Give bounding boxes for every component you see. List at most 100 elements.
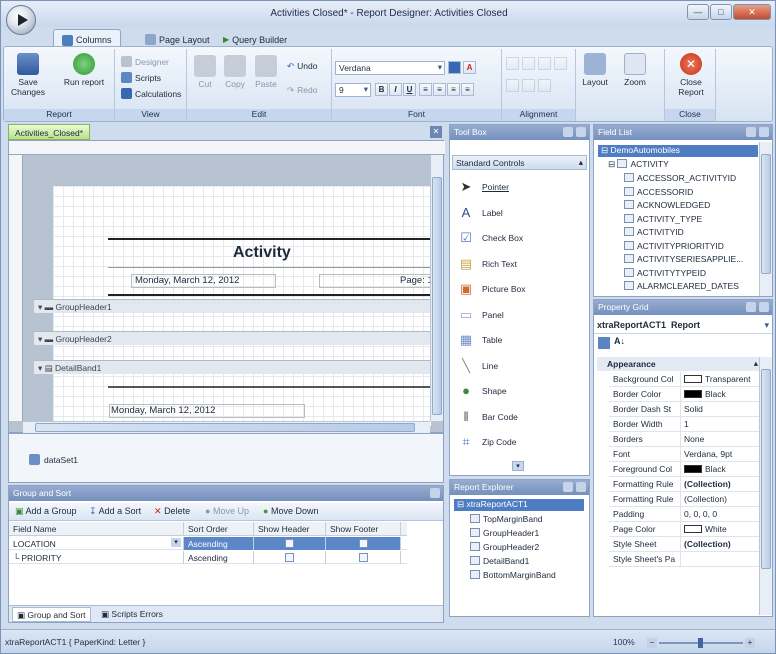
field-item[interactable]: ACCESSORID <box>624 186 693 199</box>
zoom-button[interactable]: Zoom <box>620 53 650 87</box>
align-centers-button[interactable] <box>522 57 535 70</box>
pin-icon[interactable] <box>563 127 573 137</box>
tab-scripts-errors[interactable]: ▣ Scripts Errors <box>97 607 167 622</box>
band-detailband1[interactable]: ▾ ▤ DetailBand1 <box>34 360 432 374</box>
toolbox-category[interactable]: Standard Controls ▴ <box>452 155 587 170</box>
explorer-item[interactable]: GroupHeader1 <box>470 528 539 540</box>
field-name-cell[interactable]: LOCATION ▾ <box>9 537 184 550</box>
explorer-item[interactable]: GroupHeader2 <box>470 542 539 554</box>
toolbox-item-shape[interactable]: ● Shape <box>458 379 507 403</box>
tree-item-activity[interactable]: ⊟ ACTIVITY <box>608 159 669 171</box>
move-up-button[interactable]: ● Move Up <box>205 506 249 516</box>
show-footer-checkbox[interactable] <box>358 553 368 562</box>
explorer-item[interactable]: TopMarginBand <box>470 514 543 526</box>
pin-icon[interactable] <box>563 482 573 492</box>
dataset-component[interactable]: dataSet1 <box>29 454 78 465</box>
field-item[interactable]: ALARMCLEARED_DATES <box>624 281 739 293</box>
field-item[interactable]: ACKNOWLEDGED <box>624 200 710 212</box>
application-menu-button[interactable] <box>6 5 36 35</box>
scroll-thumb[interactable] <box>35 423 415 432</box>
property-value[interactable]: Solid <box>681 402 762 416</box>
property-value[interactable]: Verdana, 9pt <box>681 447 762 461</box>
scroll-thumb[interactable] <box>761 369 771 569</box>
align-left-button[interactable]: ≡ <box>419 83 432 96</box>
scroll-thumb[interactable] <box>761 154 771 274</box>
close-report-button[interactable]: ✕ Close Report <box>669 53 713 97</box>
toolbox-item-pointer[interactable]: ➤ Pointer <box>458 175 509 199</box>
property-value[interactable]: Transparent <box>681 372 762 386</box>
align-rights-button[interactable] <box>538 57 551 70</box>
sort-order-cell[interactable]: Ascending <box>184 537 254 550</box>
redo-button[interactable]: ↷ Redo <box>287 83 317 96</box>
column-show-footer[interactable]: Show Footer <box>326 522 401 536</box>
font-name-select[interactable]: Verdana ▾ <box>335 61 445 75</box>
property-row[interactable]: Font Verdana, 9pt <box>609 447 762 462</box>
tab-page-layout[interactable]: Page Layout <box>137 29 218 47</box>
close-icon[interactable] <box>759 302 769 312</box>
field-item[interactable]: ACTIVITYID <box>624 227 684 239</box>
pin-icon[interactable] <box>746 302 756 312</box>
field-list-scrollbar[interactable] <box>759 142 772 296</box>
toolbox-item-zip-code[interactable]: ⌗ Zip Code <box>458 430 516 454</box>
close-icon[interactable] <box>759 127 769 137</box>
italic-button[interactable]: I <box>389 83 402 96</box>
field-item[interactable]: ACTIVITYSERIESAPPLIE... <box>624 254 743 266</box>
tab-query-builder[interactable]: ▶ Query Builder <box>215 29 295 47</box>
field-item[interactable]: ACTIVITYTYPEID <box>624 267 706 280</box>
date-field[interactable]: Monday, March 12, 2012 <box>131 274 276 288</box>
tab-activities-closed[interactable]: Activities_Closed* <box>8 124 91 140</box>
band-groupheader2[interactable]: ▾ ▬ GroupHeader2 <box>34 331 432 345</box>
save-changes-button[interactable]: Save Changes <box>8 53 48 97</box>
column-show-header[interactable]: Show Header <box>254 522 326 536</box>
bring-front-button[interactable] <box>538 79 551 92</box>
property-row[interactable]: Formatting Rule (Collection) <box>609 477 762 492</box>
tree-item-demoautomobiles[interactable]: ⊟ DemoAutomobiles <box>598 145 758 157</box>
zoom-out-button[interactable]: − <box>647 638 657 648</box>
show-header-checkbox[interactable] <box>285 539 294 548</box>
copy-button[interactable]: Copy <box>221 55 249 89</box>
close-icon[interactable] <box>576 127 586 137</box>
field-name-cell[interactable]: └ PRIORITY <box>9 551 184 564</box>
property-row[interactable]: Foreground Col Black <box>609 462 762 477</box>
maximize-button[interactable]: □ <box>710 4 732 20</box>
property-row[interactable]: Background Col Transparent <box>609 372 762 387</box>
property-row[interactable]: Formatting Rule (Collection) <box>609 492 762 507</box>
table-row[interactable]: LOCATION ▾ Ascending <box>9 537 407 550</box>
designer-vertical-scrollbar[interactable] <box>430 155 443 421</box>
property-row[interactable]: Borders None <box>609 432 762 447</box>
column-sort-order[interactable]: Sort Order <box>184 522 254 536</box>
detail-date-field[interactable]: Monday, March 12, 2012 <box>109 404 305 418</box>
calculations-button[interactable]: Calculations <box>121 87 181 100</box>
property-value[interactable]: Black <box>681 387 762 401</box>
add-sort-button[interactable]: ↧ Add a Sort <box>89 506 141 517</box>
tab-group-and-sort[interactable]: ▣ Group and Sort <box>12 607 91 622</box>
property-row[interactable]: Padding 0, 0, 0, 0 <box>609 507 762 522</box>
delete-button[interactable]: ✕ Delete <box>154 506 190 517</box>
property-row[interactable]: Style Sheet's Pa <box>609 552 762 567</box>
property-value[interactable]: (Collection) <box>681 477 762 491</box>
sort-order-cell[interactable]: Ascending <box>184 551 254 564</box>
align-grid-button[interactable] <box>554 57 567 70</box>
sort-alpha-icon[interactable]: A↓ <box>614 336 625 346</box>
toolbox-item-label[interactable]: A Label <box>458 201 503 225</box>
close-icon[interactable] <box>430 488 440 498</box>
chevron-down-icon[interactable]: ▾ <box>171 538 181 547</box>
categorized-icon[interactable] <box>598 337 610 349</box>
toolbox-item-line[interactable]: ╲ Line <box>458 354 498 378</box>
explorer-item[interactable]: BottomMarginBand <box>470 570 556 582</box>
toolbox-item-picture-box[interactable]: ▣ Picture Box <box>458 277 526 301</box>
scripts-button[interactable]: Scripts <box>121 71 161 84</box>
add-group-button[interactable]: ▣ Add a Group <box>15 506 77 517</box>
layout-button[interactable]: Layout <box>580 53 610 87</box>
property-value[interactable]: 0, 0, 0, 0 <box>681 507 762 521</box>
property-value[interactable]: (Collection) <box>681 537 762 551</box>
property-row[interactable]: Style Sheet (Collection) <box>609 537 762 552</box>
property-row[interactable]: Border Color Black <box>609 387 762 402</box>
close-tab-icon[interactable]: ✕ <box>430 126 442 138</box>
pin-icon[interactable] <box>746 127 756 137</box>
property-grid-scrollbar[interactable] <box>759 357 772 615</box>
show-header-checkbox[interactable] <box>285 553 294 562</box>
run-report-button[interactable]: Run report <box>59 53 109 87</box>
explorer-item[interactable]: DetailBand1 <box>470 556 529 568</box>
zoom-in-button[interactable]: + <box>745 638 755 648</box>
